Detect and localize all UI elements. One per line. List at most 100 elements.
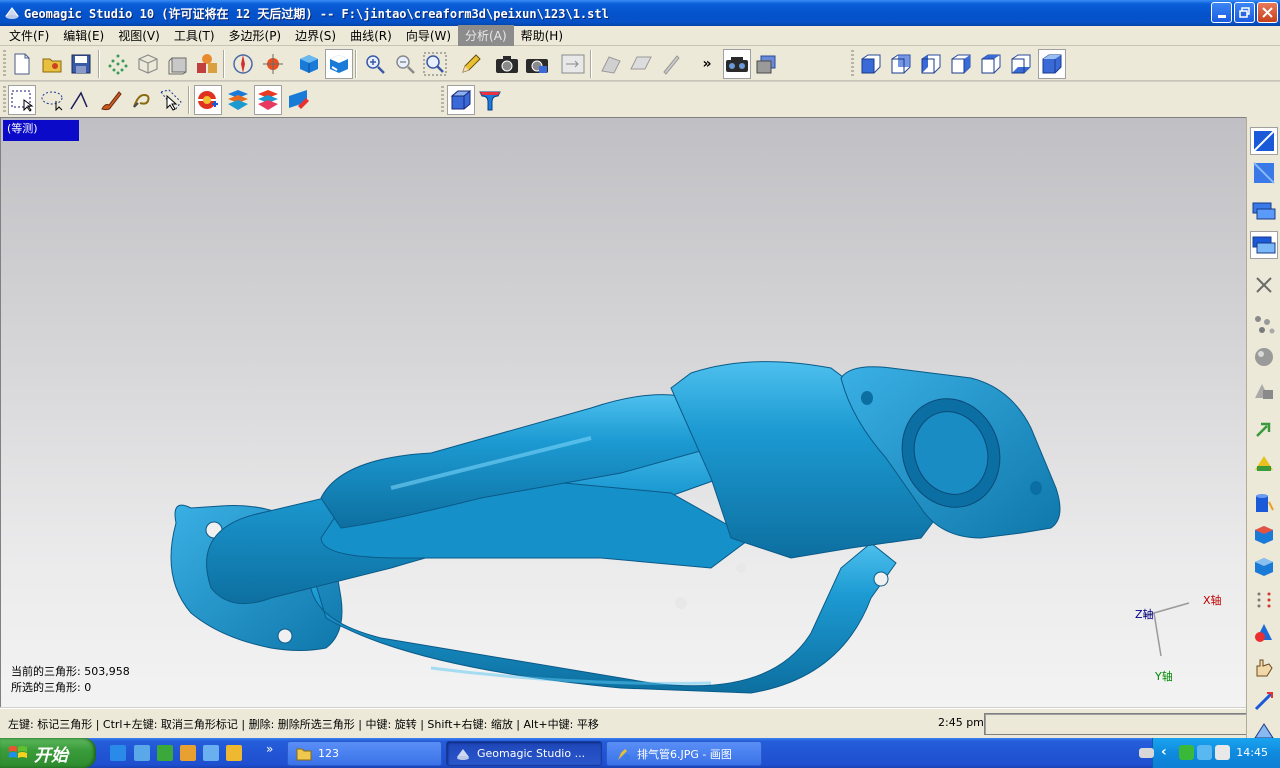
camera-button[interactable] (493, 49, 521, 79)
toolbar-grip[interactable] (851, 50, 854, 78)
view-cube-button[interactable] (295, 49, 323, 79)
window-stack-button[interactable] (1250, 197, 1278, 225)
clear-button[interactable] (1250, 271, 1278, 299)
pencil-button[interactable] (457, 49, 485, 79)
view-right-button[interactable] (947, 49, 975, 79)
toolbar-grip[interactable] (441, 86, 444, 114)
shape-disabled-button (597, 49, 625, 79)
sphere-button[interactable] (1250, 343, 1278, 371)
zoom-fit-button[interactable] (421, 49, 449, 79)
media-icon[interactable] (226, 745, 242, 761)
save-button[interactable] (67, 49, 95, 79)
restore-button[interactable] (1234, 2, 1255, 23)
box-button[interactable] (447, 85, 475, 115)
menu-help[interactable]: 帮助(H) (514, 25, 570, 46)
menu-analysis[interactable]: 分析(A) (458, 25, 514, 46)
rect-select-button[interactable] (8, 85, 36, 115)
tray-app-icon[interactable] (1179, 745, 1194, 760)
cube-blue-button[interactable] (1250, 521, 1278, 549)
pointer-select-button[interactable] (157, 85, 185, 115)
shapes-button[interactable] (1250, 377, 1278, 405)
menu-curves[interactable]: 曲线(R) (343, 25, 399, 46)
menu-tools[interactable]: 工具(T) (167, 25, 222, 46)
points-button[interactable] (104, 49, 132, 79)
view-top-button[interactable] (977, 49, 1005, 79)
menu-polygon[interactable]: 多边形(P) (222, 25, 289, 46)
toolbar-grip[interactable] (3, 50, 6, 78)
plane-button[interactable] (1250, 127, 1278, 155)
custom-select-button[interactable] (127, 85, 155, 115)
menu-view[interactable]: 视图(V) (111, 25, 167, 46)
zoom-in-button[interactable] (361, 49, 389, 79)
lasso-select-button[interactable] (38, 85, 66, 115)
panel-icon (561, 54, 585, 74)
tray-volume-icon[interactable] (1215, 745, 1230, 760)
panel-button[interactable] (559, 49, 587, 79)
geomagic-app-icon[interactable] (4, 5, 20, 21)
menu-file[interactable]: 文件(F) (2, 25, 56, 46)
layers-selected-button[interactable] (254, 85, 282, 115)
tray-network-icon[interactable] (1197, 745, 1212, 760)
view-cube-selected-button[interactable] (325, 49, 353, 79)
view-bottom-button[interactable] (1007, 49, 1035, 79)
network-icon[interactable] (157, 745, 173, 761)
start-button[interactable]: 开始 (0, 738, 96, 768)
curve-button[interactable] (476, 85, 504, 115)
shaded-button[interactable] (164, 49, 192, 79)
layers-button[interactable] (224, 85, 252, 115)
arrow-right-button[interactable] (1250, 415, 1278, 443)
task-folder-123[interactable]: 123 (287, 741, 442, 766)
zoom-out-button[interactable] (391, 49, 419, 79)
tray-chevron-icon[interactable]: ‹ (1161, 744, 1167, 760)
toolbar-grip[interactable] (3, 86, 6, 114)
open-file-button[interactable] (38, 49, 66, 79)
quick-launch-chevron[interactable]: » (266, 742, 273, 756)
dots-icon (1257, 592, 1271, 608)
menu-edit[interactable]: 编辑(E) (56, 25, 111, 46)
keyboard-icon[interactable] (1139, 748, 1154, 758)
toolbar-overflow-button[interactable]: » (694, 49, 720, 79)
rotate-button[interactable] (229, 49, 257, 79)
menu-wizard[interactable]: 向导(W) (399, 25, 458, 46)
shield-app-icon[interactable] (180, 745, 196, 761)
dots-button[interactable] (1250, 587, 1278, 615)
line-select-icon (70, 91, 88, 110)
triangle-shape-button[interactable] (1250, 449, 1278, 477)
minimize-button[interactable] (1211, 2, 1232, 23)
view-front-button[interactable] (857, 49, 885, 79)
browser-icon[interactable] (203, 745, 219, 761)
center-button[interactable] (259, 49, 287, 79)
line-select-button[interactable] (66, 85, 94, 115)
task-paint[interactable]: 排气管6.JPG - 画图 (606, 741, 762, 766)
wireframe-button[interactable] (134, 49, 162, 79)
view-left-icon (921, 54, 941, 74)
desktop-icon[interactable] (134, 745, 150, 761)
eraser-button[interactable] (284, 85, 312, 115)
globe-button[interactable] (194, 85, 222, 115)
ie-icon[interactable] (110, 745, 126, 761)
view-front-icon (861, 54, 881, 74)
task-geomagic[interactable]: Geomagic Studio ... (446, 741, 602, 766)
cylinder-button[interactable] (1250, 489, 1278, 517)
3d-viewport[interactable]: (等测) 当前的三角形: 503,958 所选的三角形: 0 X轴 Z轴 Y轴 (0, 117, 1246, 707)
view-back-button[interactable] (887, 49, 915, 79)
view-iso-button[interactable] (1038, 49, 1066, 79)
objects-button[interactable] (193, 49, 221, 79)
measure-button[interactable] (1250, 687, 1278, 715)
camera-save-button[interactable] (523, 49, 551, 79)
copy-window-button[interactable] (753, 49, 781, 79)
exhaust-manifold-model[interactable] (151, 238, 1071, 707)
window-stack-selected-button[interactable] (1250, 231, 1278, 259)
cone-icon (1255, 624, 1272, 642)
hand-button[interactable] (1250, 653, 1278, 681)
camera-pair-button[interactable] (723, 49, 751, 79)
cube-blue-alt-button[interactable] (1250, 553, 1278, 581)
plane-shaded-button[interactable] (1250, 159, 1278, 187)
molecules-button[interactable] (1250, 311, 1278, 339)
menu-boundary[interactable]: 边界(S) (288, 25, 343, 46)
view-left-button[interactable] (917, 49, 945, 79)
new-file-button[interactable] (8, 49, 36, 79)
close-button[interactable] (1257, 2, 1278, 23)
cone-button[interactable] (1250, 619, 1278, 647)
brush-select-button[interactable] (97, 85, 125, 115)
